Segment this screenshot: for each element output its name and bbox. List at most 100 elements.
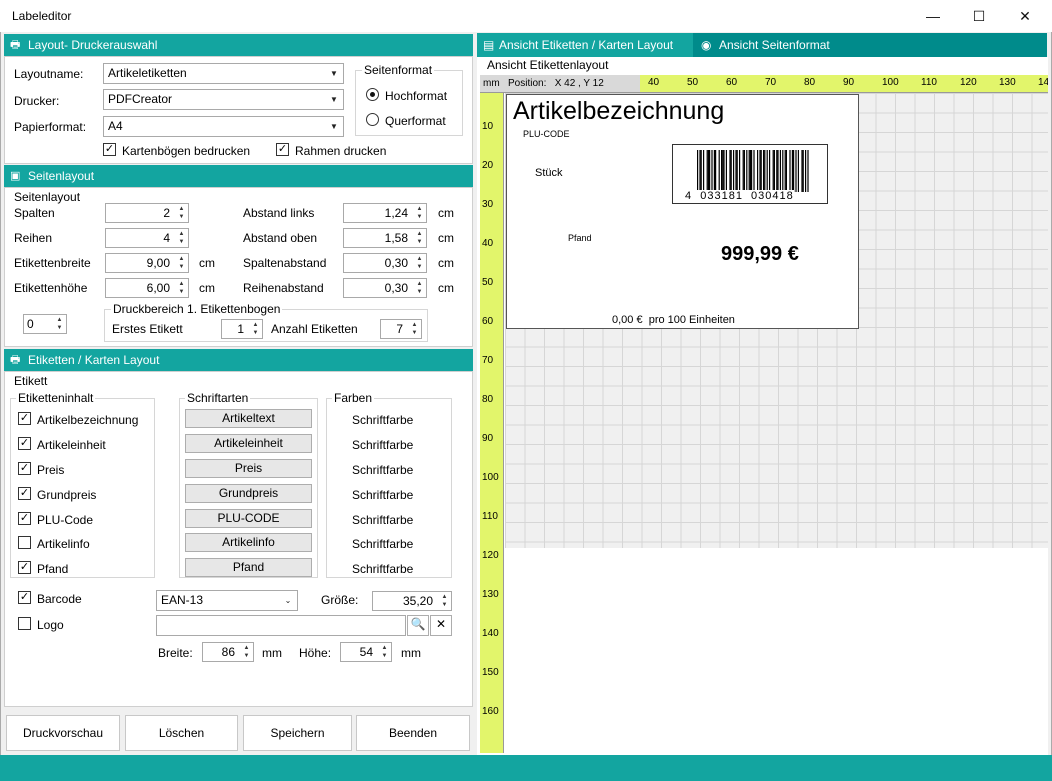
reihenabstand-input[interactable]: 0,30 ▲ ▼ [343, 278, 427, 298]
papier-select[interactable]: A4 ▼ [103, 116, 344, 137]
tab-seitenformat[interactable]: ◉ Ansicht Seitenformat [697, 33, 897, 57]
breite-input[interactable]: 86 ▲ ▼ [202, 642, 254, 662]
font-button[interactable]: PLU-CODE [185, 509, 312, 528]
beenden-button[interactable]: Beenden [356, 715, 470, 751]
layoutname-select[interactable]: Artikeletiketten ▼ [103, 63, 344, 84]
label-grundpreis: 0,00 € pro 100 Einheiten [612, 314, 735, 326]
spinner-icon[interactable]: ▲ ▼ [414, 255, 425, 271]
abstand-oben-label: Abstand oben [243, 231, 318, 245]
clear-icon[interactable]: ✕ [430, 615, 452, 636]
printer-icon: 🖶 [10, 39, 21, 51]
barcode-checkbox[interactable]: ✓ [18, 591, 31, 604]
ruler-tick: 80 [482, 394, 494, 405]
rahmen-checkbox[interactable]: ✓ [276, 143, 289, 156]
anzahl-label: Anzahl Etiketten [271, 322, 358, 336]
spaltenabstand-input[interactable]: 0,30 ▲ ▼ [343, 253, 427, 273]
spinner-icon[interactable]: ▲ ▼ [176, 230, 187, 246]
barcode-number: 4 033181 030418 [685, 190, 794, 202]
ruler-tick: 50 [482, 277, 494, 288]
font-button[interactable]: Artikeltext [185, 409, 312, 428]
item-label: Artikelinfo [37, 537, 90, 551]
erstes-input[interactable]: 1 ▲ ▼ [221, 319, 263, 339]
label-preview[interactable]: Artikelbezeichnung PLU-CODE Stück Pfand … [506, 94, 859, 329]
spinner-icon[interactable]: ▲ ▼ [54, 316, 65, 332]
color-link[interactable]: Schriftfarbe [352, 413, 413, 427]
color-link[interactable]: Schriftfarbe [352, 488, 413, 502]
erstes-value: 1 [237, 322, 244, 336]
spinner-icon[interactable]: ▲ ▼ [250, 321, 261, 337]
offset-input[interactable]: 0 ▲ ▼ [23, 314, 67, 334]
color-link[interactable]: Schriftfarbe [352, 537, 413, 551]
barcode-type-select[interactable]: EAN-13 ⌄ [156, 590, 298, 611]
font-button[interactable]: Artikeleinheit [185, 434, 312, 453]
spinner-icon[interactable]: ▲ ▼ [409, 321, 420, 337]
color-link[interactable]: Schriftfarbe [352, 438, 413, 452]
item-checkbox[interactable]: ✓ [18, 412, 31, 425]
papier-label: Papierformat: [14, 120, 87, 134]
font-button[interactable]: Preis [185, 459, 312, 478]
speichern-button[interactable]: Speichern [243, 715, 352, 751]
color-link[interactable]: Schriftfarbe [352, 463, 413, 477]
anzahl-input[interactable]: 7 ▲ ▼ [380, 319, 422, 339]
unit-cm: cm [438, 256, 454, 270]
spinner-icon[interactable]: ▲ ▼ [414, 230, 425, 246]
anzahl-value: 7 [396, 322, 403, 336]
erstes-label: Erstes Etikett [112, 322, 183, 336]
maximize-button[interactable]: ☐ [956, 0, 1002, 32]
item-checkbox[interactable]: ✓ [18, 462, 31, 475]
spalten-input[interactable]: 2 ▲ ▼ [105, 203, 189, 223]
schriftarten-title: Schriftarten [185, 391, 251, 405]
hochformat-radio[interactable] [366, 88, 379, 101]
horizontal-ruler: 40 50 60 70 80 90 100 110 120 130 14 [640, 75, 1048, 93]
spinner-icon[interactable]: ▲ ▼ [439, 593, 450, 609]
abstand-links-input[interactable]: 1,24 ▲ ▼ [343, 203, 427, 223]
item-checkbox[interactable]: ✓ [18, 512, 31, 525]
item-checkbox[interactable]: ✓ [18, 561, 31, 574]
item-label: Preis [37, 463, 65, 477]
minimize-button[interactable]: — [910, 0, 956, 32]
close-button[interactable]: ✕ [1002, 0, 1048, 32]
spinner-icon[interactable]: ▲ ▼ [176, 280, 187, 296]
font-button[interactable]: Artikelinfo [185, 533, 312, 552]
logo-path-input[interactable] [156, 615, 406, 636]
loeschen-button[interactable]: Löschen [125, 715, 238, 751]
abstand-oben-input[interactable]: 1,58 ▲ ▼ [343, 228, 427, 248]
reihen-input[interactable]: 4 ▲ ▼ [105, 228, 189, 248]
font-button[interactable]: Grundpreis [185, 484, 312, 503]
spinner-icon[interactable]: ▲ ▼ [379, 644, 390, 660]
querformat-radio[interactable] [366, 113, 379, 126]
hoehe-input[interactable]: 54 ▲ ▼ [340, 642, 392, 662]
logo-checkbox[interactable] [18, 617, 31, 630]
spinner-icon[interactable]: ▲ ▼ [176, 255, 187, 271]
color-link[interactable]: Schriftfarbe [352, 513, 413, 527]
search-icon[interactable]: 🔍 [407, 615, 429, 636]
etikettenhoehe-input[interactable]: 6,00 ▲ ▼ [105, 278, 189, 298]
ruler-tick: 90 [482, 433, 494, 444]
ruler-tick: 130 [482, 589, 499, 600]
tab-etiketten-layout[interactable]: ▤ Ansicht Etiketten / Karten Layout [477, 33, 693, 57]
barcode-label: Barcode [37, 592, 82, 606]
druckvorschau-button[interactable]: Druckvorschau [6, 715, 120, 751]
ruler-tick: 40 [482, 238, 494, 249]
etikettenbreite-input[interactable]: 9,00 ▲ ▼ [105, 253, 189, 273]
spinner-icon[interactable]: ▲ ▼ [414, 280, 425, 296]
kartenboegen-checkbox[interactable]: ✓ [103, 143, 116, 156]
font-button[interactable]: Pfand [185, 558, 312, 577]
item-checkbox[interactable]: ✓ [18, 437, 31, 450]
spinner-icon[interactable]: ▲ ▼ [414, 205, 425, 221]
spinner-icon[interactable]: ▲ ▼ [176, 205, 187, 221]
abstand-links-label: Abstand links [243, 206, 315, 220]
item-checkbox[interactable] [18, 536, 31, 549]
ruler-tick: 110 [482, 511, 498, 522]
seitenlayout-header: ▣ Seitenlayout [4, 165, 473, 187]
unit-cm: cm [438, 281, 454, 295]
color-link[interactable]: Schriftfarbe [352, 562, 413, 576]
chevron-down-icon: ▼ [330, 95, 338, 104]
item-checkbox[interactable]: ✓ [18, 487, 31, 500]
groesse-input[interactable]: 35,20 ▲ ▼ [372, 591, 452, 611]
unit-mm: mm [262, 646, 282, 660]
spinner-icon[interactable]: ▲ ▼ [241, 644, 252, 660]
drucker-select[interactable]: PDFCreator ▼ [103, 89, 344, 110]
ruler-tick: 90 [843, 77, 855, 88]
status-bar [0, 755, 1052, 781]
